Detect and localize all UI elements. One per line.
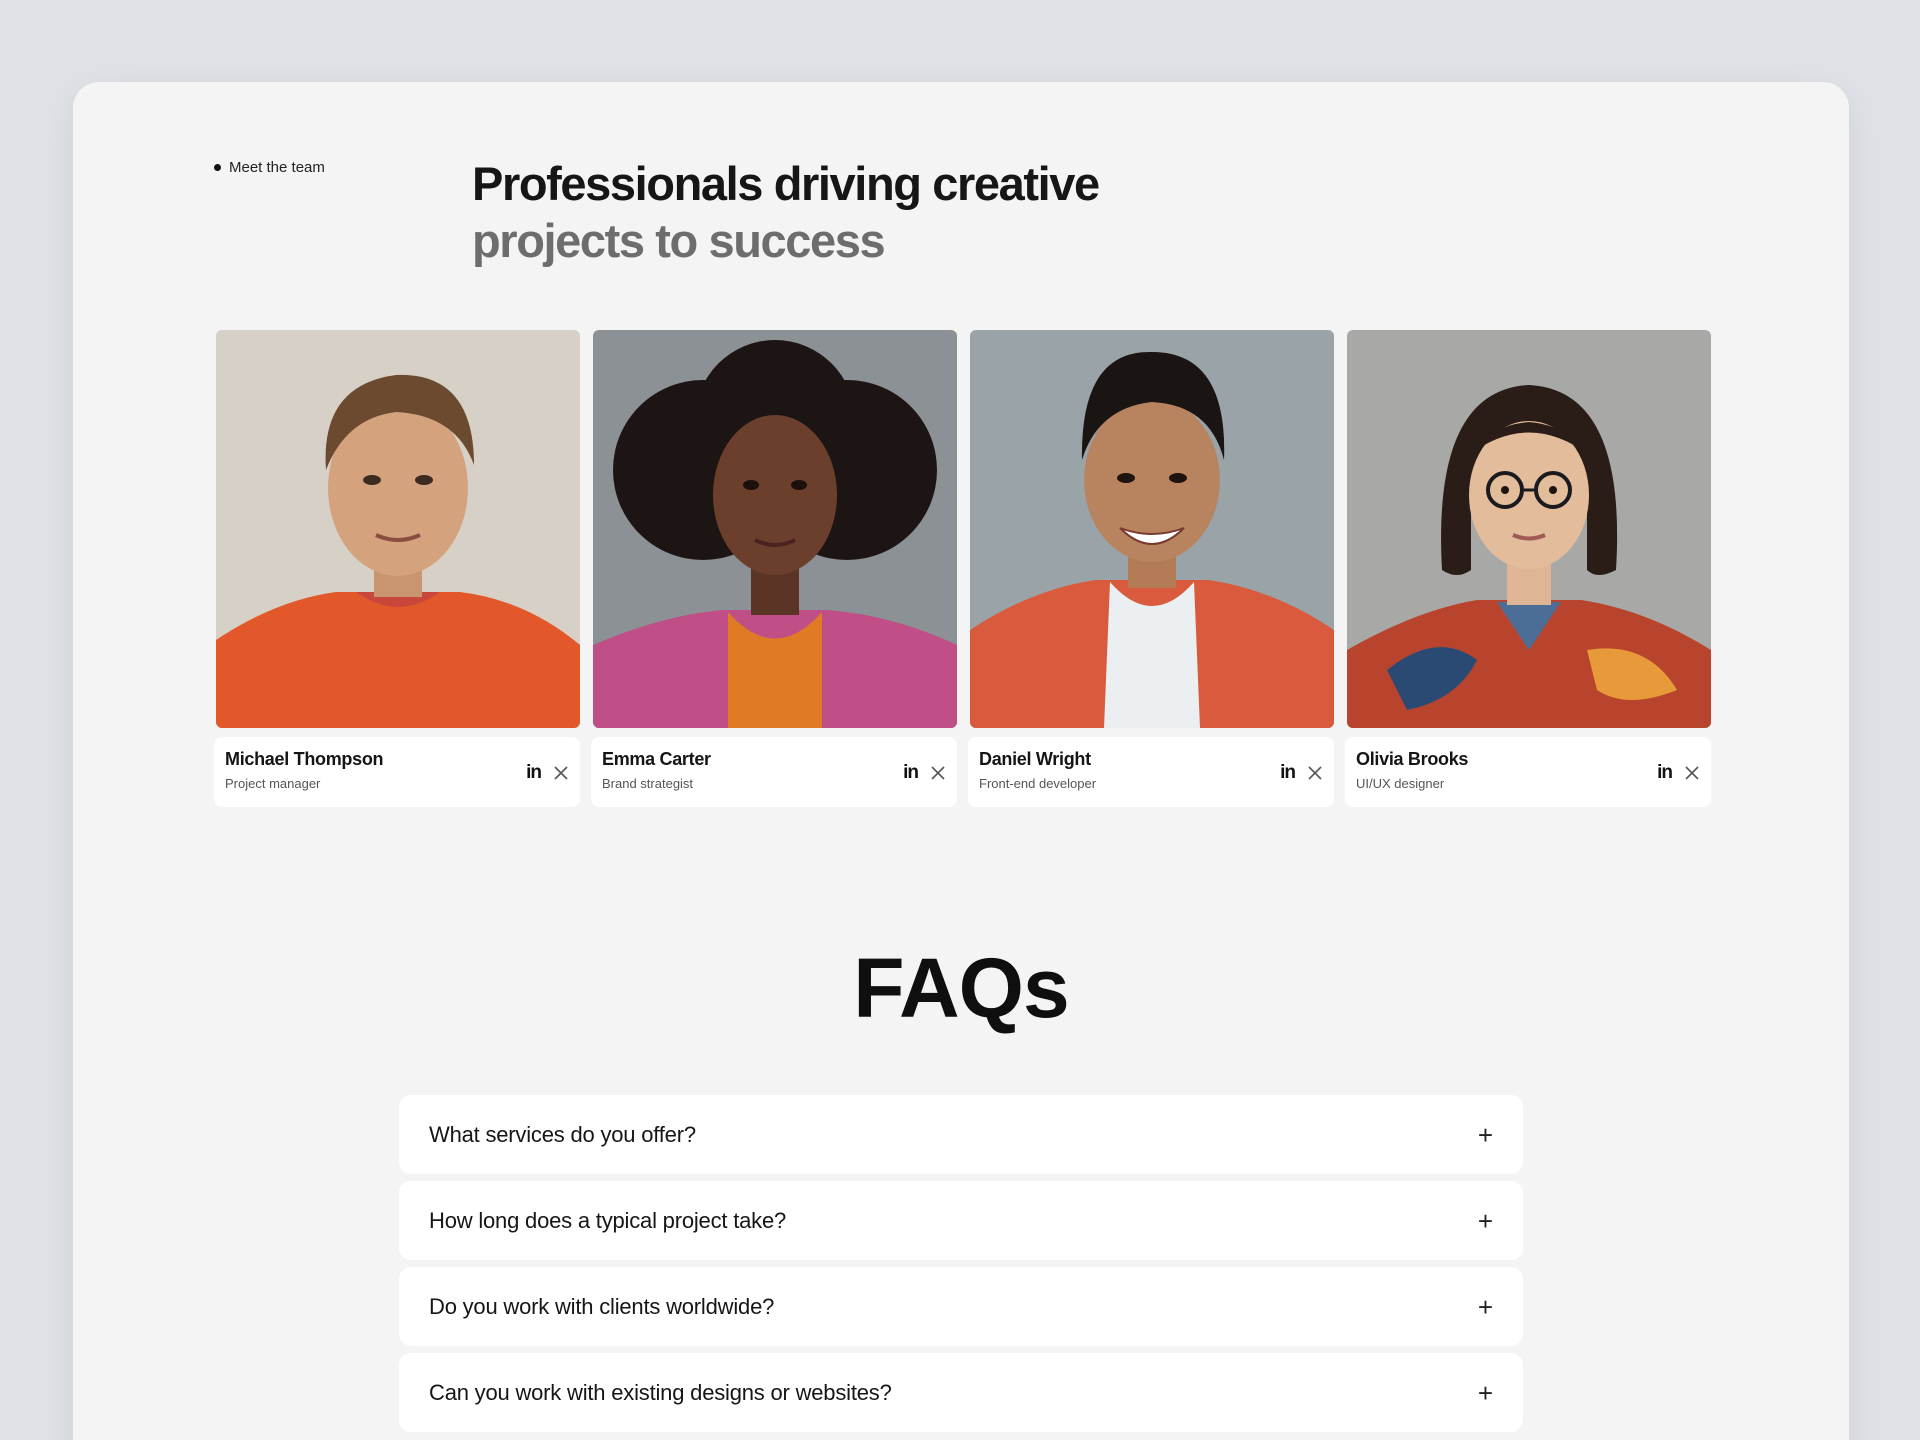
member-name: Olivia Brooks [1356,749,1469,769]
team-member-card: Olivia Brooks UI/UX designer in [1345,330,1711,807]
social-links: in [903,763,946,783]
team-member-card: Daniel Wright Front-end developer in [968,330,1334,807]
member-role: UI/UX designer [1356,776,1445,791]
headline-line-2: projects to success [472,214,886,267]
team-grid: Michael Thompson Project manager in Emma… [214,330,1711,807]
faq-question: Do you work with clients worldwide? [429,1293,775,1319]
linkedin-icon[interactable]: in [903,763,919,783]
faq-item[interactable]: How long does a typical project take? + [399,1181,1523,1260]
x-icon[interactable] [553,765,569,781]
linkedin-icon[interactable]: in [1657,763,1673,783]
plus-icon[interactable]: + [1478,1122,1493,1148]
member-photo [593,330,957,728]
member-name: Emma Carter [602,749,711,769]
team-member-card: Michael Thompson Project manager in [214,330,580,807]
page-card: Meet the team Professionals driving crea… [73,82,1849,1440]
member-photo [970,330,1334,728]
faq-question: What services do you offer? [429,1121,696,1147]
faq-item[interactable]: Can you work with existing designs or we… [399,1353,1523,1432]
social-links: in [1280,763,1323,783]
plus-icon[interactable]: + [1478,1380,1493,1406]
plus-icon[interactable]: + [1478,1208,1493,1234]
faq-item[interactable]: What services do you offer? + [399,1095,1523,1174]
bullet-dot-icon [214,164,221,171]
linkedin-icon[interactable]: in [526,763,542,783]
member-role: Front-end developer [979,776,1097,791]
x-icon[interactable] [930,765,946,781]
team-member-card: Emma Carter Brand strategist in [591,330,957,807]
member-role: Project manager [225,776,321,791]
faq-item[interactable]: Do you work with clients worldwide? + [399,1267,1523,1346]
member-name: Michael Thompson [225,749,384,769]
headline-line-1: Professionals driving creative [472,157,1100,210]
faq-question: Can you work with existing designs or we… [429,1379,892,1405]
x-icon[interactable] [1307,765,1323,781]
member-role: Brand strategist [602,776,694,791]
member-name: Daniel Wright [979,749,1091,769]
member-info: Michael Thompson Project manager in [214,737,580,807]
member-info: Daniel Wright Front-end developer in [968,737,1334,807]
plus-icon[interactable]: + [1478,1294,1493,1320]
linkedin-icon[interactable]: in [1280,763,1296,783]
section-eyebrow: Meet the team [214,159,325,176]
social-links: in [1657,763,1700,783]
faq-question: How long does a typical project take? [429,1207,787,1233]
eyebrow-label: Meet the team [229,159,325,176]
member-photo [216,330,580,728]
x-icon[interactable] [1684,765,1700,781]
member-photo [1347,330,1711,728]
member-info: Emma Carter Brand strategist in [591,737,957,807]
team-headline: Professionals driving creative projects … [472,155,1100,269]
member-info: Olivia Brooks UI/UX designer in [1345,737,1711,807]
social-links: in [526,763,569,783]
faq-list: What services do you offer? + How long d… [399,1095,1523,1432]
faq-title: FAQs [853,941,1069,1035]
